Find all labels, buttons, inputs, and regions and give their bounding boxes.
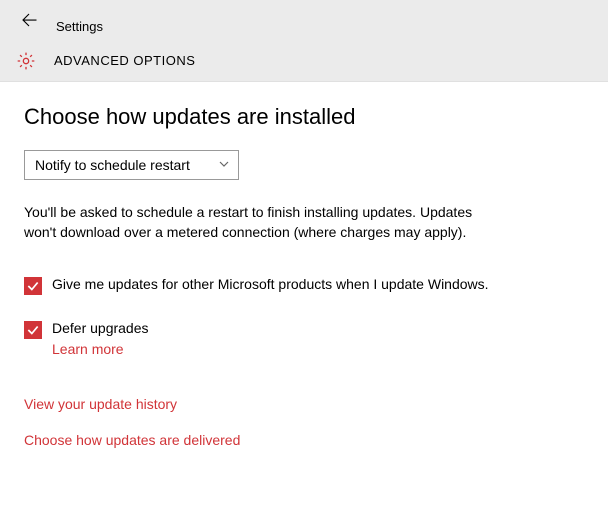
option-defer-upgrades-label: Defer upgrades [52,320,149,336]
links-section: View your update history Choose how upda… [24,396,584,448]
gear-icon [16,51,44,71]
window-title: Settings [56,19,103,36]
checkbox-other-products[interactable] [24,277,42,295]
checkbox-defer-upgrades[interactable] [24,321,42,339]
dropdown-selected-value: Notify to schedule restart [35,157,190,173]
learn-more-link[interactable]: Learn more [52,340,149,360]
delivery-options-link[interactable]: Choose how updates are delivered [24,432,584,448]
title-bar: Settings [0,0,608,40]
option-defer-upgrades-text: Defer upgrades Learn more [52,319,149,360]
section-heading: Choose how updates are installed [24,104,584,130]
page-title: ADVANCED OPTIONS [54,53,195,68]
option-defer-upgrades: Defer upgrades Learn more [24,319,494,360]
option-other-products-label: Give me updates for other Microsoft prod… [52,275,489,295]
install-mode-dropdown[interactable]: Notify to schedule restart [24,150,239,180]
header-bar: ADVANCED OPTIONS [0,40,608,82]
content-area: Choose how updates are installed Notify … [0,82,608,448]
back-icon[interactable] [20,11,44,36]
option-other-products: Give me updates for other Microsoft prod… [24,275,494,295]
install-mode-description: You'll be asked to schedule a restart to… [24,202,474,243]
update-history-link[interactable]: View your update history [24,396,584,412]
chevron-down-icon [218,158,230,173]
